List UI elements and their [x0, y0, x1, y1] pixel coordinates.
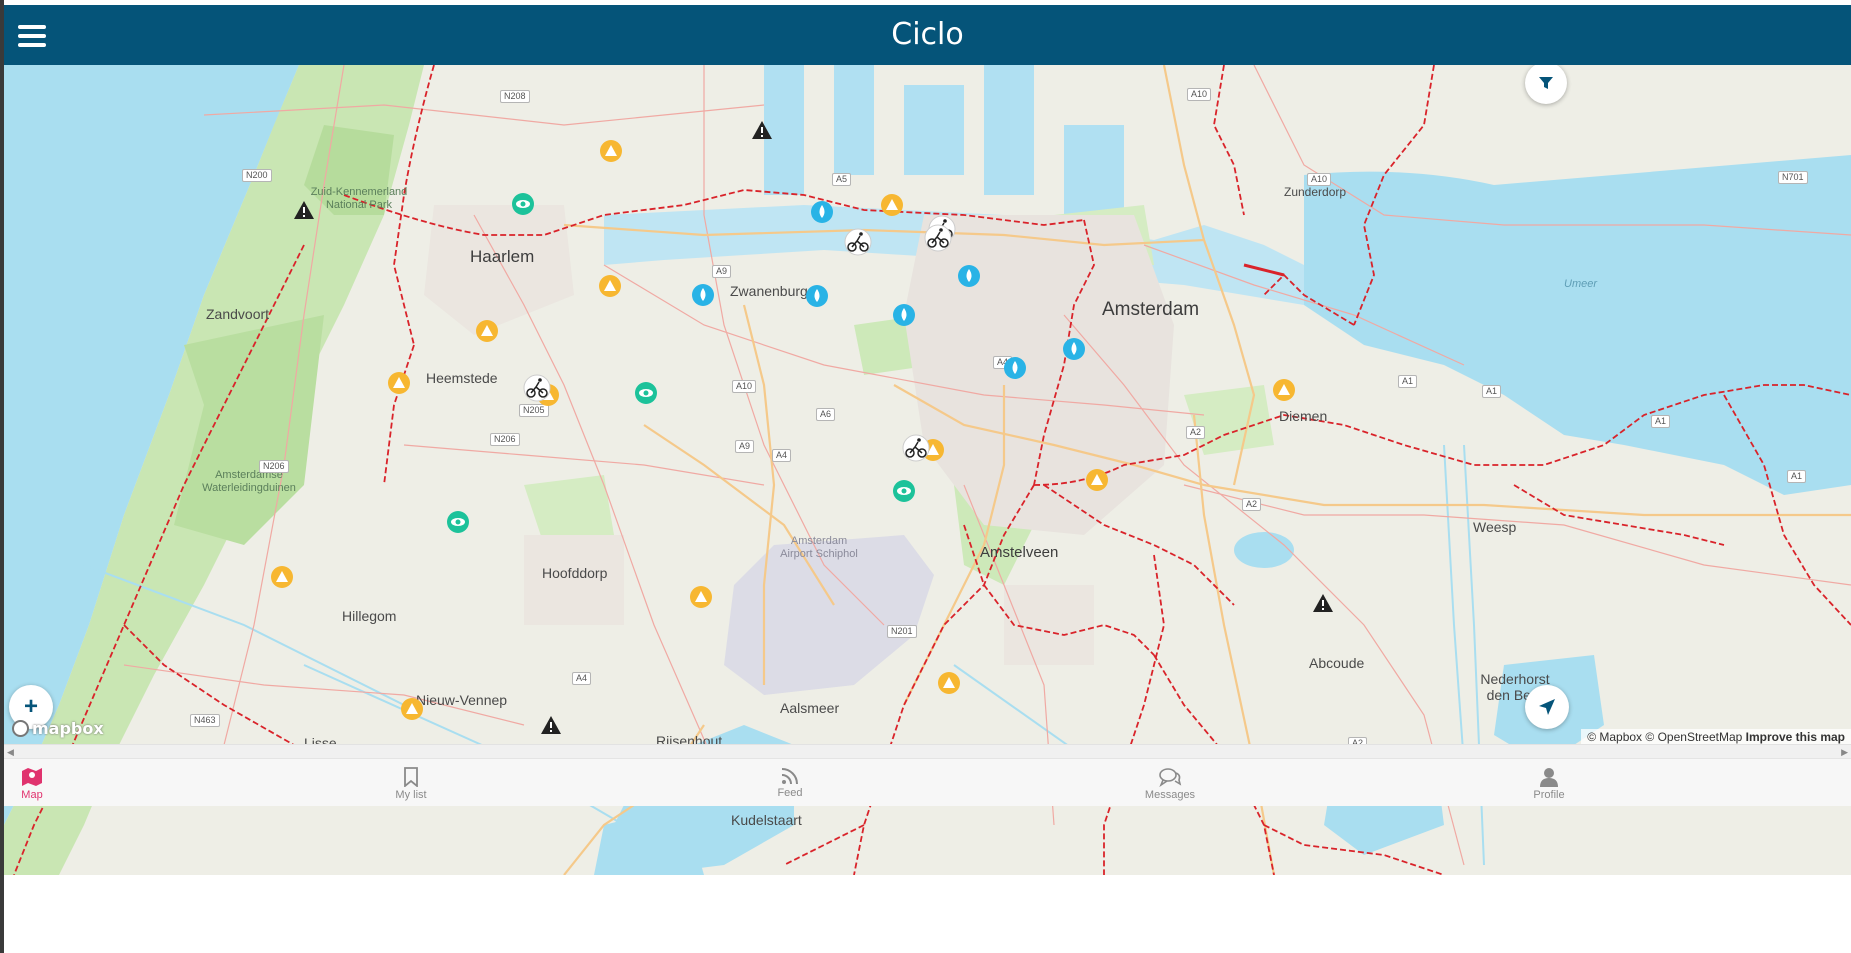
eye-icon[interactable]	[892, 479, 918, 505]
tab-feed[interactable]: Feed	[750, 767, 830, 799]
app-header: Ciclo	[4, 5, 1851, 65]
tent-icon[interactable]	[400, 697, 426, 723]
road-shield: A4	[572, 672, 592, 685]
water-drop-icon[interactable]	[957, 264, 983, 290]
locate-button[interactable]	[1525, 685, 1569, 729]
road-shield: A1	[1482, 385, 1502, 398]
road-shield: A10	[1307, 173, 1332, 186]
road-shield: A1	[1787, 470, 1807, 483]
filter-icon	[1539, 77, 1553, 89]
warning-triangle-icon[interactable]	[540, 715, 566, 741]
road-shield: N701	[1778, 171, 1808, 184]
tab-label-feed: Feed	[777, 787, 803, 799]
tab-messages[interactable]: Messages	[1130, 767, 1210, 801]
water-drop-icon[interactable]	[1003, 356, 1029, 382]
road-shield: N208	[500, 90, 530, 103]
cyclist-icon[interactable]	[902, 434, 930, 462]
road-shield: A2	[1186, 426, 1206, 439]
map-attribution: © Mapbox © OpenStreetMap Improve this ma…	[1581, 729, 1851, 745]
tent-icon[interactable]	[599, 139, 625, 165]
warning-triangle-icon[interactable]	[751, 120, 777, 146]
tent-icon[interactable]	[387, 371, 413, 397]
tent-icon[interactable]	[270, 565, 296, 591]
cyclist-icon[interactable]	[523, 374, 551, 402]
water-drop-icon[interactable]	[805, 284, 831, 310]
improve-map-link[interactable]: Improve this map	[1746, 730, 1845, 744]
tent-icon[interactable]	[598, 274, 624, 300]
navigation-arrow-icon	[1539, 699, 1555, 715]
tab-my-list[interactable]: My list	[371, 767, 451, 801]
eye-icon[interactable]	[634, 381, 660, 407]
mapbox-logo[interactable]: mapbox	[12, 719, 104, 738]
app-title: Ciclo	[891, 17, 964, 52]
tent-icon[interactable]	[689, 585, 715, 611]
road-shield: N200	[242, 169, 272, 182]
water-drop-icon[interactable]	[810, 200, 836, 226]
map-icon	[22, 768, 42, 786]
tent-icon[interactable]	[1085, 468, 1111, 494]
eye-icon[interactable]	[446, 510, 472, 536]
tab-label-messages: Messages	[1144, 789, 1196, 801]
road-shield: N206	[259, 460, 289, 473]
water-drop-icon[interactable]	[892, 303, 918, 329]
warning-triangle-icon[interactable]	[293, 200, 319, 226]
water-drop-icon[interactable]	[691, 283, 717, 309]
attribution-mapbox-link[interactable]: © Mapbox	[1587, 730, 1642, 744]
tab-label-map: Map	[21, 789, 43, 801]
water-drop-icon[interactable]	[1062, 337, 1088, 363]
road-shield: A2	[1242, 498, 1262, 511]
tab-map[interactable]: Map	[0, 767, 72, 801]
mapbox-logo-text: mapbox	[32, 719, 104, 738]
user-icon	[1540, 768, 1558, 787]
road-shield: A9	[735, 440, 755, 453]
tent-icon[interactable]	[475, 319, 501, 345]
tent-icon[interactable]	[937, 671, 963, 697]
road-shield: A10	[1187, 88, 1212, 101]
zoom-in-label: +	[23, 693, 38, 720]
road-shield: N201	[887, 625, 917, 638]
warning-triangle-icon[interactable]	[1312, 593, 1338, 619]
road-shield: A9	[712, 265, 732, 278]
attribution-osm-link[interactable]: © OpenStreetMap	[1645, 730, 1742, 744]
road-shield: A1	[1651, 415, 1671, 428]
road-shield: A1	[1398, 375, 1418, 388]
bottom-tab-bar: Map My list Feed Messages Profile	[4, 758, 1851, 806]
scroll-left-icon[interactable]: ◀	[7, 745, 14, 759]
horizontal-scrollbar[interactable]: ◀ ▶	[4, 744, 1851, 758]
eye-icon[interactable]	[511, 192, 537, 218]
cyclist-icon[interactable]	[924, 224, 952, 252]
rss-icon	[781, 768, 798, 785]
cyclist-icon[interactable]	[844, 228, 872, 256]
tab-label-profile: Profile	[1533, 789, 1565, 801]
road-shield: A10	[732, 380, 757, 393]
tab-profile[interactable]: Profile	[1509, 767, 1589, 801]
bookmark-icon	[404, 767, 418, 787]
road-shield: A5	[832, 173, 852, 186]
app-window: Ciclo Amsterdam Haarlem Zwanenburg Zandv…	[0, 0, 1851, 953]
scroll-right-icon[interactable]: ▶	[1841, 745, 1848, 759]
road-shield: A6	[816, 408, 836, 421]
tab-label-my-list: My list	[395, 789, 427, 801]
chat-icon	[1159, 768, 1182, 787]
road-shield: N463	[190, 714, 220, 727]
tent-icon[interactable]	[880, 193, 906, 219]
mapbox-logo-icon	[12, 720, 29, 737]
road-shield: A4	[772, 449, 792, 462]
road-shield: N206	[490, 433, 520, 446]
tent-icon[interactable]	[1272, 378, 1298, 404]
